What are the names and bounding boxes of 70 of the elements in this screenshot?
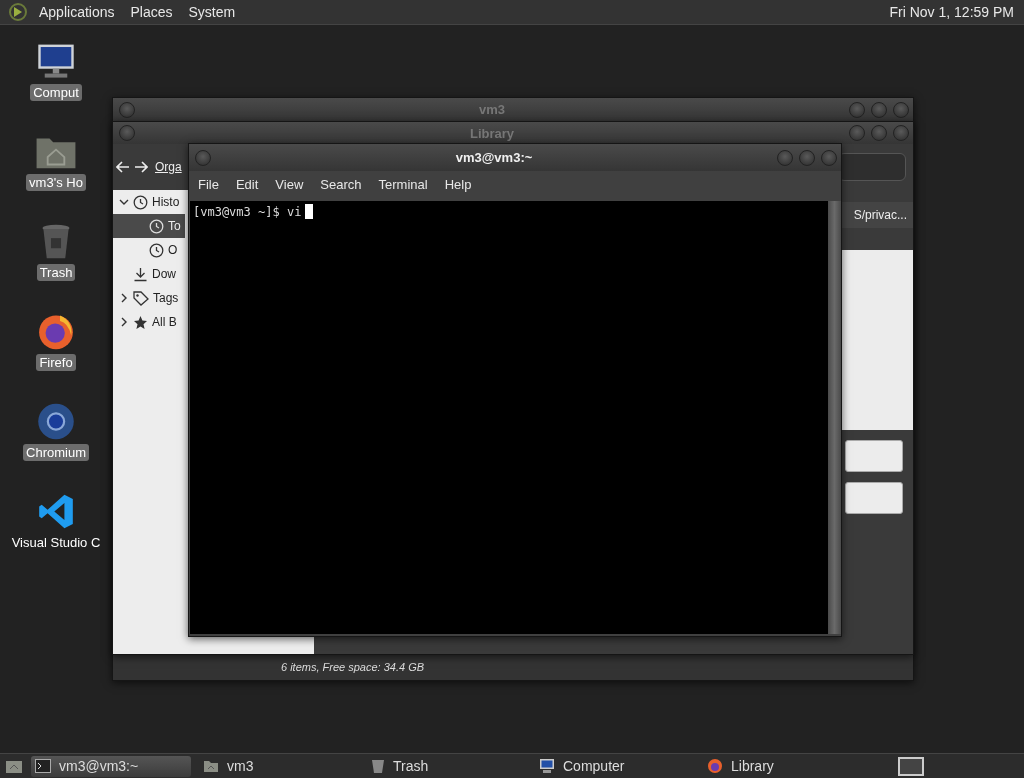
window-button[interactable] xyxy=(119,101,135,118)
window-button[interactable] xyxy=(195,149,211,166)
menu-item[interactable]: File xyxy=(192,176,228,192)
window-button[interactable] xyxy=(799,149,815,166)
clock-icon xyxy=(149,218,164,234)
window-button[interactable] xyxy=(119,125,135,141)
input-field[interactable] xyxy=(845,440,903,472)
window-button[interactable] xyxy=(777,149,793,166)
show-desktop-icon[interactable] xyxy=(5,758,23,774)
expander-icon[interactable] xyxy=(119,293,129,303)
trash-icon xyxy=(371,758,385,774)
window-button[interactable] xyxy=(849,101,865,118)
star-icon xyxy=(133,314,148,330)
text-cursor xyxy=(305,204,314,219)
taskbar-button[interactable]: Trash xyxy=(367,755,527,777)
window-button[interactable] xyxy=(871,125,887,141)
window-title: vm3 xyxy=(478,102,506,117)
logo-icon[interactable] xyxy=(8,2,28,22)
expander-icon[interactable] xyxy=(119,197,129,207)
menu-item[interactable]: View xyxy=(269,176,313,192)
organize-menu[interactable]: Orga xyxy=(155,160,182,174)
window-title: vm3@vm3:~ xyxy=(454,150,534,165)
tag-icon xyxy=(133,290,149,306)
scrollbar[interactable] xyxy=(828,201,841,634)
taskbar-button[interactable]: Computer xyxy=(535,755,695,777)
desktop-icon-label[interactable]: Trash xyxy=(36,264,76,281)
tree-item[interactable]: To xyxy=(113,214,185,238)
window-button[interactable] xyxy=(849,125,865,141)
menu-item[interactable]: Terminal xyxy=(372,176,437,192)
menu-item[interactable]: Search xyxy=(314,176,371,192)
panel-menu[interactable]: Applications xyxy=(34,4,120,20)
back-arrow-icon[interactable] xyxy=(116,161,130,173)
desktop-icon-label[interactable]: Visual Studio C xyxy=(8,534,104,551)
desktop-icon-label[interactable]: vm3's Ho xyxy=(26,174,86,191)
taskbar-button[interactable]: vm3@vm3:~ xyxy=(31,755,191,777)
tree-item[interactable]: Tags xyxy=(113,286,185,310)
forward-arrow-icon[interactable] xyxy=(134,161,148,173)
menu-item[interactable]: Help xyxy=(438,176,481,192)
taskbar-button[interactable]: vm3 xyxy=(199,755,359,777)
home-folder-icon xyxy=(203,759,219,773)
window-button[interactable] xyxy=(821,149,837,166)
input-field[interactable] xyxy=(845,482,903,514)
window-button[interactable] xyxy=(893,125,909,141)
tree-item[interactable]: Histo xyxy=(113,190,185,214)
taskbar-button[interactable]: Library xyxy=(703,755,863,777)
terminal-output[interactable]: [vm3@vm3 ~]$ vi xyxy=(190,201,828,634)
desktop-icon-label[interactable]: Comput xyxy=(30,84,82,101)
expander-icon[interactable] xyxy=(119,317,129,327)
panel-menu[interactable]: Places xyxy=(125,4,178,20)
download-icon xyxy=(133,266,148,282)
tree-item[interactable]: Dow xyxy=(113,262,185,286)
desktop-icon-label[interactable]: Firefo xyxy=(36,354,76,371)
clock[interactable]: Fri Nov 1, 12:59 PM xyxy=(889,4,1016,20)
workspace-switcher[interactable] xyxy=(898,756,924,776)
tree-item[interactable]: All B xyxy=(113,310,185,334)
menu-item[interactable]: Edit xyxy=(229,176,268,192)
tree-item[interactable]: O xyxy=(113,238,185,262)
firefox-icon xyxy=(707,758,723,774)
computer-icon xyxy=(539,758,555,774)
window-button[interactable] xyxy=(871,101,887,118)
window-title: Library xyxy=(468,125,516,141)
desktop-icon-label[interactable]: Chromium xyxy=(23,444,89,461)
terminal-icon xyxy=(35,759,51,773)
status-text: 6 items, Free space: 34.4 GB xyxy=(281,661,425,673)
window-button[interactable] xyxy=(893,101,909,118)
clock-icon xyxy=(149,242,164,258)
terminal-line: [vm3@vm3 ~]$ vi xyxy=(193,204,302,219)
panel-menu[interactable]: System xyxy=(183,4,241,20)
clock-icon xyxy=(133,194,148,210)
column-header[interactable]: S/privac... xyxy=(853,208,907,222)
